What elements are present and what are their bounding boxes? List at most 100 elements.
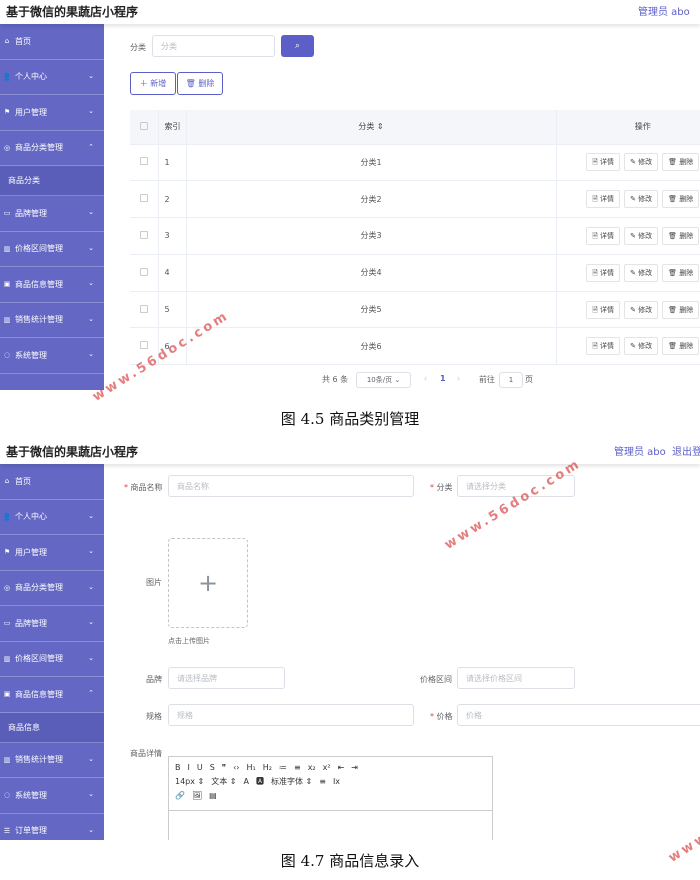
- sidebar-item[interactable]: ☰ 订单管理 ⌄: [0, 814, 104, 841]
- detail-button[interactable]: 🗎 详情: [586, 337, 621, 356]
- edit-button[interactable]: ✎ 修改: [624, 153, 659, 172]
- price-range-select[interactable]: 请选择价格区间: [457, 667, 575, 689]
- prev-page-icon[interactable]: ‹: [424, 374, 427, 383]
- editor-tool-button[interactable]: ≔: [279, 761, 287, 775]
- admin-user-link[interactable]: 管理员 abo: [614, 443, 666, 458]
- detail-button[interactable]: 🗎 详情: [586, 190, 621, 209]
- editor-tool-button[interactable]: ⇥: [351, 761, 358, 775]
- delete-row-button[interactable]: 🗑 删除: [662, 190, 700, 209]
- editor-tool-button[interactable]: H₁: [247, 761, 256, 775]
- delete-row-button[interactable]: 🗑 删除: [662, 263, 700, 282]
- row-checkbox[interactable]: [130, 254, 159, 292]
- editor-tool-button[interactable]: ⇤: [338, 761, 345, 775]
- current-page[interactable]: 1: [440, 374, 446, 383]
- select-all-checkbox[interactable]: [130, 110, 159, 145]
- sidebar-item[interactable]: 👤 个人中心 ⌄: [0, 60, 104, 95]
- editor-tool-button[interactable]: 🅰: [256, 775, 264, 789]
- sidebar-item[interactable]: ◎ 商品分类管理 ⌄: [0, 571, 104, 606]
- admin-user-link[interactable]: 管理员 abo: [638, 3, 690, 18]
- delete-button[interactable]: 🗑 删除: [177, 72, 223, 95]
- row-checkbox[interactable]: [130, 180, 159, 219]
- sidebar-item[interactable]: ▭ 品牌管理 ⌄: [0, 196, 104, 232]
- sidebar-item[interactable]: ⚑ 用户管理 ⌄: [0, 535, 104, 571]
- figure-caption-4-5: 图 4.5 商品类别管理: [280, 410, 420, 428]
- editor-tool-button[interactable]: 标准字体 ⇕: [271, 775, 312, 789]
- add-button[interactable]: ＋ 新增: [130, 72, 176, 95]
- editor-tool-button[interactable]: ❞: [222, 761, 226, 775]
- search-button[interactable]: ⌕: [281, 35, 314, 57]
- delete-row-button[interactable]: 🗑 删除: [662, 337, 700, 356]
- goto-page-input[interactable]: 1: [499, 372, 523, 388]
- editor-tool-button[interactable]: ‹›: [233, 761, 239, 775]
- editor-tool-button[interactable]: x₂: [308, 761, 316, 775]
- sidebar-item[interactable]: ▥ 价格区间管理 ⌄: [0, 642, 104, 677]
- edit-button[interactable]: ✎ 修改: [624, 190, 659, 209]
- detail-button[interactable]: 🗎 详情: [586, 153, 621, 172]
- detail-button[interactable]: 🗎 详情: [586, 300, 621, 319]
- edit-button[interactable]: ✎ 修改: [624, 226, 659, 245]
- row-actions: 🗎 详情 ✎ 修改 🗑 删除: [556, 217, 700, 255]
- row-checkbox[interactable]: [130, 217, 159, 255]
- sidebar-item[interactable]: ⌂ 首页: [0, 24, 104, 60]
- editor-tool-button[interactable]: A: [244, 775, 249, 789]
- home-icon: ⌂: [4, 37, 10, 46]
- next-page-icon[interactable]: ›: [457, 374, 460, 383]
- sidebar-item[interactable]: ▣ 商品信息管理 ⌃: [0, 677, 104, 713]
- sidebar-item[interactable]: ◌ 系统管理 ⌄: [0, 778, 104, 814]
- rich-text-editor[interactable]: B I U S ❞ ‹› H₁ H₂ ≔ ≡ x₂ x² ⇤ ⇥ 14px ⇕ 文本 ⇕ A 🅰 标准字体 ⇕ ≡ I…: [168, 756, 493, 840]
- edit-button[interactable]: ✎ 修改: [624, 300, 659, 319]
- editor-tool-button[interactable]: ≡: [294, 761, 301, 775]
- editor-tool-button[interactable]: 🖼: [192, 789, 202, 803]
- chevron-down-icon: ⌄: [88, 754, 94, 763]
- list-icon: ▭: [3, 619, 11, 628]
- sidebar-item[interactable]: ▣ 商品信息管理 ⌄: [0, 267, 104, 303]
- sidebar-item[interactable]: ◎ 商品分类管理 ⌃: [0, 131, 104, 166]
- editor-tool-button[interactable]: ≡: [319, 775, 326, 789]
- row-checkbox[interactable]: [130, 144, 159, 182]
- product-name-input[interactable]: 商品名称: [168, 475, 414, 497]
- price-input[interactable]: 价格: [457, 704, 700, 726]
- brand-select[interactable]: 请选择品牌: [168, 667, 285, 689]
- sidebar-item[interactable]: ▥ 销售统计管理 ⌄: [0, 303, 104, 338]
- sidebar-item[interactable]: ⚑ 用户管理 ⌄: [0, 95, 104, 131]
- delete-row-button[interactable]: 🗑 删除: [662, 300, 700, 319]
- sidebar-item[interactable]: ▭ 品牌管理 ⌄: [0, 606, 104, 642]
- sidebar-subitem[interactable]: 商品分类: [0, 166, 104, 196]
- editor-tool-button[interactable]: x²: [323, 761, 331, 775]
- editor-tool-button[interactable]: S: [210, 761, 215, 775]
- sidebar-item[interactable]: ▥ 销售统计管理 ⌄: [0, 743, 104, 778]
- chevron-down-icon: ⌄: [88, 653, 94, 662]
- image-upload-box[interactable]: +: [168, 538, 248, 628]
- row-checkbox[interactable]: [130, 291, 159, 329]
- logout-link[interactable]: 退出登: [672, 443, 700, 458]
- sidebar-item[interactable]: 👤 个人中心 ⌄: [0, 500, 104, 535]
- row-category-name: 分类5: [186, 291, 557, 329]
- column-header-category[interactable]: 分类 ⇕: [186, 110, 557, 145]
- page-size-select[interactable]: 10条/页 ⌄: [356, 372, 411, 388]
- category-search-input[interactable]: 分类: [152, 35, 275, 57]
- plus-icon: +: [197, 569, 219, 597]
- sidebar-subitem[interactable]: 商品信息: [0, 712, 104, 743]
- editor-tool-button[interactable]: I: [188, 761, 190, 775]
- edit-button[interactable]: ✎ 修改: [624, 337, 659, 356]
- editor-tool-button[interactable]: H₂: [263, 761, 272, 775]
- detail-button[interactable]: 🗎 详情: [586, 226, 621, 245]
- delete-row-button[interactable]: 🗑 删除: [662, 153, 700, 172]
- edit-button[interactable]: ✎ 修改: [624, 263, 659, 282]
- sidebar-item[interactable]: ▥ 价格区间管理 ⌄: [0, 232, 104, 267]
- editor-tool-button[interactable]: B: [175, 761, 181, 775]
- editor-tool-button[interactable]: 文本 ⇕: [211, 775, 236, 789]
- editor-tool-button[interactable]: 🔗: [175, 789, 185, 803]
- sidebar-item-label: 商品分类管理: [15, 143, 63, 153]
- sidebar-item[interactable]: ⌂ 首页: [0, 464, 104, 500]
- delete-row-button[interactable]: 🗑 删除: [662, 226, 700, 245]
- editor-tool-button[interactable]: Ix: [333, 775, 340, 789]
- editor-tool-button[interactable]: ▤: [209, 789, 217, 803]
- detail-button[interactable]: 🗎 详情: [586, 263, 621, 282]
- spec-input[interactable]: 规格: [168, 704, 414, 726]
- row-actions: 🗎 详情 ✎ 修改 🗑 删除: [556, 144, 700, 182]
- editor-tool-button[interactable]: U: [197, 761, 203, 775]
- editor-tool-button[interactable]: 14px ⇕: [175, 775, 204, 789]
- row-category-name: 分类3: [186, 217, 557, 255]
- sidebar-item[interactable]: ◌ 系统管理 ⌄: [0, 338, 104, 374]
